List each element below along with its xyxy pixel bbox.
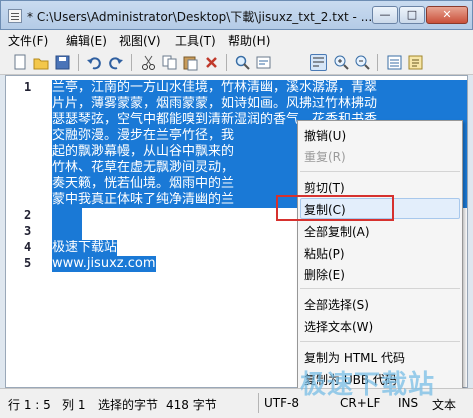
ctx-copy-all[interactable]: 全部复制(A) [304,223,370,240]
menu-separator [300,341,460,342]
menu-separator [300,288,460,289]
maximize-button[interactable]: □ [399,6,425,24]
close-button[interactable]: ✕ [426,6,468,24]
line-number: 4 [24,240,32,254]
line-number: 2 [24,208,32,222]
toolbar [0,50,473,75]
undo-icon[interactable] [86,54,103,71]
line-number: 3 [24,224,32,238]
title-bar: * C:\Users\Administrator\Desktop\下載\jisu… [0,0,473,30]
save-icon[interactable] [54,54,71,71]
status-doc-type: 文本 [432,398,457,412]
ctx-cut[interactable]: 剪切(T) [304,179,345,196]
paste-icon[interactable] [182,54,199,71]
window-title: * C:\Users\Administrator\Desktop\下載\jisu… [27,10,373,24]
annotation-highlight-box [276,195,394,221]
notepad-app-icon [8,9,22,23]
zoom-in-icon[interactable] [333,54,350,71]
menu-file[interactable]: 文件(F) [8,32,48,49]
properties-icon[interactable] [386,54,403,71]
menu-view[interactable]: 视图(V) [119,32,161,49]
selected-text-line: 兰亭，江南的一方山水佳境，竹林清幽，溪水潺潺，青翠 [52,80,467,96]
selected-text-line: 片片，薄雾蒙蒙，烟雨蒙蒙，如诗如画。风拂过竹林拂动 [52,96,467,112]
selected-text-line: 极速下载站 [52,240,118,256]
delete-icon[interactable] [203,54,220,71]
toolbar-separator [131,54,132,71]
ctx-paste[interactable]: 粘贴(P) [304,245,345,262]
word-wrap-icon[interactable] [310,54,327,71]
menu-help[interactable]: 帮助(H) [228,32,270,49]
status-encoding: UTF-8 [264,396,299,410]
line-number-gutter: 1 2 3 4 5 [6,76,50,387]
find-icon[interactable] [234,54,251,71]
line-number: 1 [24,80,32,94]
selection-block [52,208,82,240]
selected-text-line: www.jisuxz.com [52,256,156,272]
menu-edit[interactable]: 编辑(E) [66,32,107,49]
ctx-undo[interactable]: 撤销(U) [304,127,346,144]
status-position: 行 1 : 5 [8,398,51,412]
replace-icon[interactable] [255,54,272,71]
redo-icon[interactable] [107,54,124,71]
open-folder-icon[interactable] [33,54,50,71]
menu-tools[interactable]: 工具(T) [175,32,216,49]
toolbar-separator [78,54,79,71]
ctx-select-text[interactable]: 选择文本(W) [304,318,373,335]
cut-icon[interactable] [140,54,157,71]
ctx-select-all[interactable]: 全部选择(S) [304,296,369,313]
line-number: 5 [24,256,32,270]
status-column: 列 1 [62,398,86,412]
settings-icon[interactable] [407,54,424,71]
minimize-button[interactable]: — [372,6,398,24]
toolbar-separator [377,54,378,71]
status-bytes: 418 字节 [166,398,217,412]
menu-bar: 文件(F) 编辑(E) 视图(V) 工具(T) 帮助(H) [0,30,473,50]
status-selected-label: 选择的字节 [98,398,159,412]
toolbar-separator [226,54,227,71]
status-separator [258,393,259,413]
menu-separator [300,171,460,172]
context-menu: 撤销(U) 重复(R) 剪切(T) 复制(C) 全部复制(A) 粘贴(P) 删除… [297,120,463,404]
ctx-delete[interactable]: 删除(E) [304,266,345,283]
copy-icon[interactable] [161,54,178,71]
zoom-out-icon[interactable] [354,54,371,71]
new-file-icon[interactable] [12,54,29,71]
ctx-redo: 重复(R) [304,150,346,164]
watermark-logo: 极速下载站 [300,370,436,400]
